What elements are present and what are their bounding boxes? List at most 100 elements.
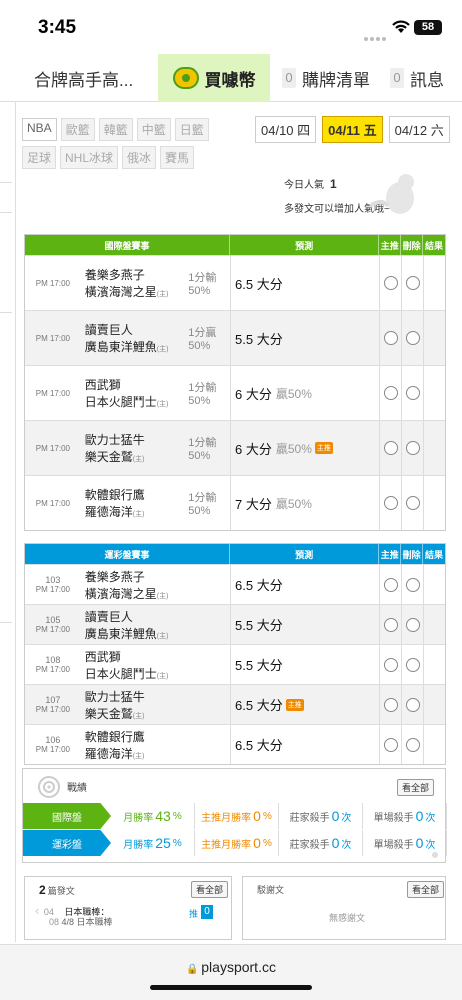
date-button[interactable]: 04/10 四 <box>255 116 317 143</box>
home-indicator[interactable] <box>150 985 312 990</box>
main-pick-radio[interactable] <box>383 737 398 752</box>
posts-count: 2 <box>39 883 46 897</box>
stat-label: 月勝率 <box>123 839 154 851</box>
handicap-line: 1分輸 <box>188 437 217 449</box>
home-team: 樂天金鷲(主) <box>85 448 189 465</box>
home-mark: (主) <box>156 291 169 298</box>
game-time: PM 17:00 <box>25 311 81 365</box>
main-pick-radio[interactable] <box>383 386 398 400</box>
table-row: PM 17:00 歐力士猛牛 樂天金鷲(主) 1分輸 50% 6 大分 贏50% 主推 <box>25 420 445 475</box>
url-field[interactable]: 🔒 playsport.cc <box>0 959 462 975</box>
league-chip[interactable]: NHL冰球 <box>60 146 119 169</box>
game-time-text: PM 17:00 <box>35 705 70 714</box>
result-cell <box>423 685 445 724</box>
tab-buy-coins[interactable]: 買噱幣 <box>158 54 270 102</box>
delete-radio[interactable] <box>405 697 420 712</box>
left-rail <box>0 102 16 942</box>
table-row: 106 PM 17:00 軟體銀行鷹 羅德海洋(主) 6.5 大分 <box>25 724 445 764</box>
handicap: 1分輸 50% <box>188 366 230 420</box>
main-pick-radio[interactable] <box>383 617 398 632</box>
main-pick-radio[interactable] <box>383 441 398 455</box>
home-mark: (主) <box>156 346 169 353</box>
push-count-badge: 0 <box>201 905 213 919</box>
league-chip[interactable]: 俄冰 <box>122 146 157 169</box>
record-view-all-button[interactable]: 看全部 <box>397 779 435 796</box>
url-text: playsport.cc <box>201 959 276 975</box>
lock-icon: 🔒 <box>186 964 202 975</box>
league-chip[interactable]: 日籃 <box>174 118 209 141</box>
main-pick-cell <box>379 685 401 724</box>
stat-value: 0 <box>331 808 340 824</box>
result-cell <box>423 645 445 684</box>
popularity-label: 今日人氣 <box>284 180 324 191</box>
posts-box: 2 篇發文 看全部 ‹ 04 日本職棒： 08 4/8 日本職棒 推 0 <box>24 876 232 940</box>
posts-header: 2 篇發文 <box>39 883 75 897</box>
main-pick-radio[interactable] <box>383 577 398 592</box>
prediction-extra: 贏50% <box>275 441 312 456</box>
home-team-name: 羅德海洋 <box>84 746 133 761</box>
delete-radio[interactable] <box>405 657 420 672</box>
prediction-value: 6.5 大分 <box>235 578 283 593</box>
chevron-left-icon[interactable]: ‹ <box>35 903 39 918</box>
home-team-name: 日本火腿鬥士 <box>84 666 157 681</box>
league-chip[interactable]: 賽馬 <box>160 146 195 169</box>
game-number: 103 <box>45 575 61 585</box>
tab-messages-label: 訊息 <box>410 70 444 90</box>
post-item[interactable]: ‹ 04 日本職棒： 08 4/8 日本職棒 <box>35 903 113 927</box>
league-chip[interactable]: 中籃 <box>136 118 171 141</box>
delete-radio[interactable] <box>405 331 420 345</box>
delete-radio[interactable] <box>405 386 420 400</box>
delete-radio[interactable] <box>405 617 420 632</box>
date-button[interactable]: 04/12 六 <box>388 116 450 143</box>
delete-radio[interactable] <box>405 737 420 752</box>
away-team: 軟體銀行鷹 <box>84 488 145 502</box>
table-row: PM 17:00 養樂多燕子 橫濱海灣之星(主) 1分輸 50% 6.5 大分 <box>25 255 445 310</box>
header-prediction: 預測 <box>230 235 380 255</box>
league-chip[interactable]: 韓籃 <box>98 118 133 141</box>
tab-master-label: 合牌高手高... <box>34 70 134 90</box>
home-team-name: 樂天金鷲 <box>84 450 133 464</box>
main-pick-radio[interactable] <box>383 697 398 712</box>
rebuttal-view-all-button[interactable]: 看全部 <box>407 881 445 898</box>
home-team: 樂天金鷲(主) <box>85 705 230 722</box>
main-pick-radio[interactable] <box>383 331 398 345</box>
coin-icon <box>172 67 199 89</box>
delete-radio[interactable] <box>405 276 420 290</box>
delete-radio[interactable] <box>405 577 420 592</box>
prediction-extra: 贏50% <box>275 496 312 511</box>
main-pick-cell <box>379 366 401 420</box>
main-pick-cell <box>379 311 401 365</box>
tab-messages[interactable]: 0 訊息 <box>386 54 462 102</box>
delete-radio[interactable] <box>405 496 420 510</box>
post-subtitle: 4/8 日本職棒 <box>61 917 113 927</box>
prediction: 6.5 大分 <box>230 725 379 764</box>
main-pick-radio[interactable] <box>383 657 398 672</box>
tab-buy-coins-label: 買噱幣 <box>204 70 256 90</box>
posts-view-all-button[interactable]: 看全部 <box>191 881 229 898</box>
stat-label: 單場殺手 <box>373 812 414 824</box>
record-stat: 月勝率 43% <box>111 803 195 829</box>
main-pick-radio[interactable] <box>383 276 398 290</box>
teams: 軟體銀行鷹 羅德海洋(主) <box>81 476 189 530</box>
header-result: 結果 <box>425 549 444 560</box>
league-chip[interactable]: 歐籃 <box>60 118 95 141</box>
delete-cell <box>401 685 423 724</box>
prediction: 6.5 大分 主推 <box>230 685 379 724</box>
date-button-active[interactable]: 04/11 五 <box>322 116 383 143</box>
delete-cell <box>401 366 423 420</box>
home-mark: (主) <box>132 752 145 760</box>
main-pick-radio[interactable] <box>383 496 398 510</box>
teams: 讀賣巨人 廣島東洋鯉魚(主) <box>81 311 189 365</box>
delete-cell <box>401 311 423 365</box>
away-team: 讀賣巨人 <box>84 609 133 624</box>
tab-purchase-list[interactable]: 0 購牌清單 <box>276 54 384 102</box>
tab-master[interactable]: 合牌高手高... <box>20 54 150 102</box>
league-chip[interactable]: 足球 <box>22 146 57 169</box>
delete-radio[interactable] <box>405 441 420 455</box>
result-cell <box>423 311 445 365</box>
table-row: 108 PM 17:00 西武獅 日本火腿鬥士(主) 5.5 大分 <box>25 644 445 684</box>
result-cell <box>423 565 445 604</box>
league-chip[interactable]: NBA <box>22 118 57 141</box>
prediction: 6.5 大分 <box>230 565 379 604</box>
teams: 歐力士猛牛 樂天金鷲(主) <box>81 685 230 724</box>
